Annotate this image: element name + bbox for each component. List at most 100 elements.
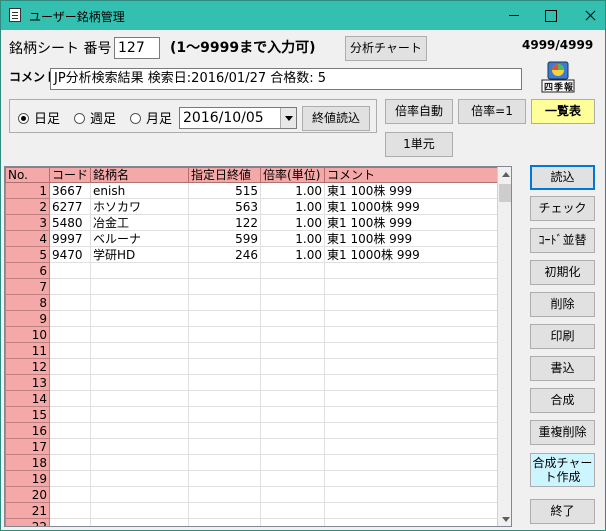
cell-close[interactable] xyxy=(188,486,262,503)
cell-code[interactable]: 5480 xyxy=(48,214,92,231)
check-button[interactable]: チェック xyxy=(530,196,595,221)
cell-name[interactable] xyxy=(90,486,190,503)
cell-code[interactable] xyxy=(48,422,92,439)
table-row[interactable]: 16 xyxy=(5,422,502,439)
auto-ratio-button[interactable]: 倍率自動 xyxy=(385,99,453,124)
row-number[interactable]: 6 xyxy=(5,262,50,279)
cell-ratio[interactable] xyxy=(260,262,326,279)
cell-comment[interactable] xyxy=(324,470,502,487)
unit-button[interactable]: 1単元 xyxy=(385,132,453,157)
row-number[interactable]: 16 xyxy=(5,422,50,439)
cell-close[interactable] xyxy=(188,342,262,359)
cell-close[interactable] xyxy=(188,310,262,327)
ratio-one-button[interactable]: 倍率=1 xyxy=(458,99,526,124)
cell-code[interactable] xyxy=(48,326,92,343)
table-row[interactable]: 3 5480 冶金工 122 1.00 東1 100株 999 xyxy=(5,214,502,231)
row-number[interactable]: 5 xyxy=(5,246,50,263)
cell-ratio[interactable] xyxy=(260,502,326,519)
row-number[interactable]: 17 xyxy=(5,438,50,455)
cell-ratio[interactable] xyxy=(260,294,326,311)
radio-weekly[interactable]: 週足 xyxy=(74,108,116,127)
cell-close[interactable]: 122 xyxy=(188,214,262,231)
row-number[interactable]: 20 xyxy=(5,486,50,503)
cell-code[interactable]: 9997 xyxy=(48,230,92,247)
cell-name[interactable]: ベルーナ xyxy=(90,230,190,247)
cell-name[interactable]: enish xyxy=(90,182,190,199)
list-view-button[interactable]: 一覧表 xyxy=(531,99,595,124)
table-row[interactable]: 12 xyxy=(5,358,502,375)
vertical-scrollbar[interactable] xyxy=(497,167,511,526)
header-name[interactable]: 銘柄名 xyxy=(90,167,190,183)
cell-code[interactable] xyxy=(48,374,92,391)
cell-ratio[interactable] xyxy=(260,518,326,526)
cell-name[interactable] xyxy=(90,438,190,455)
cell-ratio[interactable] xyxy=(260,438,326,455)
cell-comment[interactable] xyxy=(324,310,502,327)
cell-comment[interactable] xyxy=(324,438,502,455)
dedupe-button[interactable]: 重複削除 xyxy=(530,420,595,445)
cell-ratio[interactable]: 1.00 xyxy=(260,198,326,215)
cell-ratio[interactable] xyxy=(260,326,326,343)
table-row[interactable]: 1 3667 enish 515 1.00 東1 100株 999 xyxy=(5,182,502,199)
cell-close[interactable]: 599 xyxy=(188,230,262,247)
title-bar[interactable]: ユーザー銘柄管理 xyxy=(1,1,605,30)
chevron-down-icon[interactable] xyxy=(280,108,296,128)
cell-comment[interactable]: 東1 1000株 999 xyxy=(324,198,502,215)
cell-comment[interactable] xyxy=(324,390,502,407)
cell-close[interactable] xyxy=(188,294,262,311)
table-row[interactable]: 10 xyxy=(5,326,502,343)
write-button[interactable]: 書込 xyxy=(530,356,595,381)
table-row[interactable]: 7 xyxy=(5,278,502,295)
cell-close[interactable]: 515 xyxy=(188,182,262,199)
cell-comment[interactable] xyxy=(324,454,502,471)
cell-name[interactable] xyxy=(90,262,190,279)
cell-code[interactable] xyxy=(48,390,92,407)
cell-code[interactable] xyxy=(48,278,92,295)
header-close[interactable]: 指定日終値 xyxy=(188,167,262,183)
row-number[interactable]: 18 xyxy=(5,454,50,471)
header-comment[interactable]: コメント xyxy=(324,167,502,183)
merge-button[interactable]: 合成 xyxy=(530,388,595,413)
row-number[interactable]: 3 xyxy=(5,214,50,231)
cell-comment[interactable]: 東1 100株 999 xyxy=(324,214,502,231)
cell-ratio[interactable] xyxy=(260,310,326,327)
cell-code[interactable] xyxy=(48,358,92,375)
cell-ratio[interactable]: 1.00 xyxy=(260,230,326,247)
row-number[interactable]: 9 xyxy=(5,310,50,327)
cell-ratio[interactable]: 1.00 xyxy=(260,214,326,231)
cell-comment[interactable] xyxy=(324,486,502,503)
cell-code[interactable] xyxy=(48,310,92,327)
table-row[interactable]: 5 9470 学研HD 246 1.00 東1 1000株 999 xyxy=(5,246,502,263)
table-row[interactable]: 21 xyxy=(5,502,502,519)
cell-name[interactable] xyxy=(90,374,190,391)
cell-name[interactable]: ホソカワ xyxy=(90,198,190,215)
table-row[interactable]: 2 6277 ホソカワ 563 1.00 東1 1000株 999 xyxy=(5,198,502,215)
cell-ratio[interactable]: 1.00 xyxy=(260,182,326,199)
scroll-up-icon[interactable] xyxy=(498,167,511,183)
table-row[interactable]: 17 xyxy=(5,438,502,455)
cell-code[interactable] xyxy=(48,262,92,279)
cell-comment[interactable] xyxy=(324,518,502,526)
row-number[interactable]: 21 xyxy=(5,502,50,519)
cell-comment[interactable]: 東1 1000株 999 xyxy=(324,246,502,263)
cell-name[interactable] xyxy=(90,422,190,439)
row-number[interactable]: 10 xyxy=(5,326,50,343)
table-row[interactable]: 9 xyxy=(5,310,502,327)
cell-code[interactable] xyxy=(48,518,92,526)
table-row[interactable]: 13 xyxy=(5,374,502,391)
initialize-button[interactable]: 初期化 xyxy=(530,260,595,285)
cell-code[interactable] xyxy=(48,486,92,503)
cell-close[interactable] xyxy=(188,326,262,343)
cell-name[interactable] xyxy=(90,390,190,407)
cell-comment[interactable] xyxy=(324,358,502,375)
cell-code[interactable] xyxy=(48,438,92,455)
row-number[interactable]: 12 xyxy=(5,358,50,375)
cell-comment[interactable] xyxy=(324,374,502,391)
cell-close[interactable] xyxy=(188,438,262,455)
row-number[interactable]: 13 xyxy=(5,374,50,391)
table-row[interactable]: 6 xyxy=(5,262,502,279)
row-number[interactable]: 2 xyxy=(5,198,50,215)
analysis-chart-button[interactable]: 分析チャート xyxy=(345,36,427,61)
table-row[interactable]: 11 xyxy=(5,342,502,359)
cell-name[interactable] xyxy=(90,502,190,519)
